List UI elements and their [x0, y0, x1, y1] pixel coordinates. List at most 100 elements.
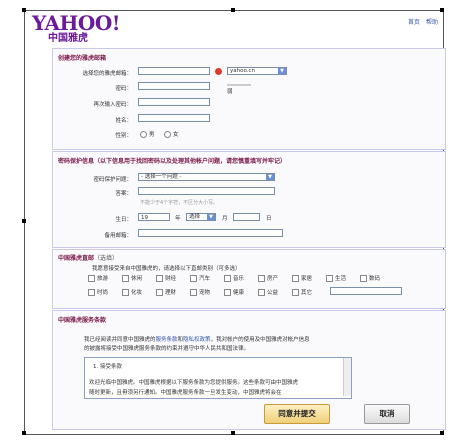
birth-month-select[interactable]: 选择 ▼ — [186, 213, 216, 221]
resize-handle-bc[interactable] — [231, 431, 235, 435]
direct-mail-option-label: 旅游 — [97, 276, 109, 282]
direct-mail-checkbox[interactable] — [258, 289, 265, 296]
direct-mail-option-label: 宠物 — [199, 290, 211, 296]
direct-mail-prompt: 我愿意接受来自中国雅虎的，请选择以下直邮类别（可多选） — [92, 266, 241, 272]
terms-body-1: 欢迎光临中国雅虎。中国雅虎根据以下服务条款为您提供服务。这些条款可由中国雅虎 — [89, 380, 299, 386]
direct-mail-option-label: 房产 — [267, 276, 279, 282]
privacy-policy-link[interactable]: 隐私权政策 — [183, 337, 211, 343]
question-select[interactable]: - 选择一个问题 - ▼ — [138, 173, 275, 181]
terms-intro-post: ，我对帐户的使用及中国雅虎对帐户信息 — [210, 337, 310, 343]
terms-textarea[interactable]: 1. 接受条款 欢迎光临中国雅虎。中国雅虎根据以下服务条款为您提供服务。这些条款… — [84, 357, 352, 399]
direct-mail-option-label: 公益 — [267, 290, 279, 296]
email-input[interactable] — [138, 67, 210, 75]
birth-year-input[interactable]: 19 — [138, 213, 170, 221]
birth-month-value: 选择 — [189, 214, 201, 220]
direct-mail-checkbox[interactable] — [88, 289, 95, 296]
answer-input[interactable] — [138, 187, 275, 195]
help-link[interactable]: 帮助 — [426, 19, 438, 26]
direct-mail-option-label: 家居 — [301, 276, 313, 282]
gender-female-label: 女 — [173, 132, 179, 138]
direct-mail-checkbox[interactable] — [190, 275, 197, 282]
direct-mail-checkbox[interactable] — [122, 275, 129, 282]
terms-intro-pre: 我已经阅读并同意中国雅虎的 — [84, 337, 156, 343]
yahoo-logo[interactable]: YAHOO! 中国雅虎 — [32, 11, 121, 44]
top-links: 首页 帮助 — [404, 17, 438, 26]
direct-mail-checkbox[interactable] — [258, 275, 265, 282]
resize-handle-tl[interactable] — [22, 8, 26, 12]
terms-heading: 1. 接受条款 — [93, 364, 122, 370]
direct-mail-checkbox[interactable] — [190, 289, 197, 296]
direct-mail-option-label: 生活 — [335, 276, 347, 282]
direct-mail-option-label: 汽车 — [199, 276, 211, 282]
direct-mail-checkbox[interactable] — [326, 275, 333, 282]
direct-mail-checkbox[interactable] — [224, 275, 231, 282]
gender-male-radio[interactable] — [140, 131, 147, 138]
direct-mail-option-label: 其它 — [301, 290, 313, 296]
answer-hint: 不能少于4个字符，不区分大小写。 — [140, 200, 219, 206]
other-category-input[interactable] — [330, 287, 402, 295]
home-link[interactable]: 首页 — [408, 19, 420, 26]
domain-value: yahoo.cn — [230, 68, 256, 74]
backup-email-input[interactable] — [138, 229, 283, 237]
name-input[interactable] — [138, 114, 210, 122]
direct-mail-option-label: 健康 — [233, 290, 245, 296]
logo-wordmark: YAHOO! — [32, 11, 121, 35]
password-input[interactable] — [138, 82, 210, 90]
direct-mail-checkbox[interactable] — [156, 275, 163, 282]
gender-female-radio[interactable] — [164, 131, 171, 138]
gender-label: 性别： — [115, 133, 132, 139]
cancel-button[interactable]: 取消 — [364, 404, 410, 424]
backup-email-label: 备用邮箱： — [104, 233, 132, 239]
chevron-down-icon: ▼ — [266, 174, 274, 180]
direct-mail-note: （选填） — [94, 255, 119, 262]
direct-mail-option-label: 休闲 — [131, 276, 143, 282]
section-title-direct-mail: 中国雅虎直邮（选填） — [58, 253, 118, 262]
year-unit: 年 — [175, 216, 181, 222]
answer-label: 答案： — [115, 191, 132, 197]
question-label: 密码保护问题： — [93, 177, 132, 183]
direct-mail-checkbox[interactable] — [156, 289, 163, 296]
agree-submit-button[interactable]: 同意并提交 — [264, 404, 330, 424]
chevron-down-icon: ▼ — [278, 68, 286, 74]
domain-select[interactable]: yahoo.cn ▼ — [227, 67, 287, 75]
password-label: 密码： — [115, 86, 132, 92]
section-title-terms: 中国雅虎服务条款 — [58, 317, 107, 324]
month-unit: 月 — [222, 216, 228, 222]
direct-mail-option-label: 时尚 — [97, 290, 109, 296]
direct-mail-checkbox[interactable] — [360, 275, 367, 282]
at-icon — [215, 68, 222, 75]
terms-intro: 我已经阅读并同意中国雅虎的服务条款和隐私权政策，我对帐户的使用及中国雅虎对帐户信… — [84, 335, 310, 343]
confirm-password-input[interactable] — [138, 98, 210, 106]
terms-intro-line2: 的披露将接受中国雅虎服务条款的约束并遵守中华人民共和国法律。 — [84, 346, 250, 352]
direct-mail-checkbox[interactable] — [88, 275, 95, 282]
chevron-down-icon: ▼ — [207, 214, 215, 220]
resize-handle-tc[interactable] — [231, 8, 235, 12]
strength-meter — [227, 84, 251, 86]
direct-mail-checkbox[interactable] — [122, 289, 129, 296]
direct-mail-checkbox[interactable] — [292, 275, 299, 282]
terms-scrollbar[interactable] — [343, 358, 351, 396]
resize-handle-tr[interactable] — [440, 8, 444, 12]
name-label: 姓名： — [115, 118, 132, 124]
direct-mail-checkbox[interactable] — [224, 289, 231, 296]
direct-mail-option-label: 音乐 — [233, 276, 245, 282]
day-unit: 日 — [266, 216, 272, 222]
terms-of-service-link[interactable]: 服务条款 — [156, 337, 178, 343]
terms-body-2: 随时更新，且毋须另行通知。中国雅虎服务条款一旦发生变动，中国雅虎将会在 — [89, 390, 282, 396]
question-value: - 选择一个问题 - — [141, 174, 182, 180]
birthday-label: 生日： — [115, 217, 132, 223]
section-title-protection: 密码保护信息（以下信息用于找回密码以及处理其他帐户问题，请您慎重填写并牢记） — [58, 158, 287, 165]
email-label: 选择您的雅虎邮箱： — [82, 71, 132, 77]
direct-mail-option-label: 理财 — [165, 290, 177, 296]
gender-male-label: 男 — [149, 132, 155, 138]
resize-handle-br[interactable] — [440, 431, 444, 435]
confirm-password-label: 再次输入密码： — [93, 102, 132, 108]
strength-label: 弱 — [227, 89, 233, 95]
section-title-create: 创建您的雅虎邮箱 — [58, 55, 107, 62]
birth-day-input[interactable] — [233, 213, 260, 221]
direct-mail-option-label: 数码 — [369, 276, 381, 282]
resize-handle-ml[interactable] — [22, 219, 26, 223]
resize-handle-bl[interactable] — [22, 431, 26, 435]
direct-mail-checkbox[interactable] — [292, 289, 299, 296]
direct-mail-option-label: 化妆 — [131, 290, 143, 296]
